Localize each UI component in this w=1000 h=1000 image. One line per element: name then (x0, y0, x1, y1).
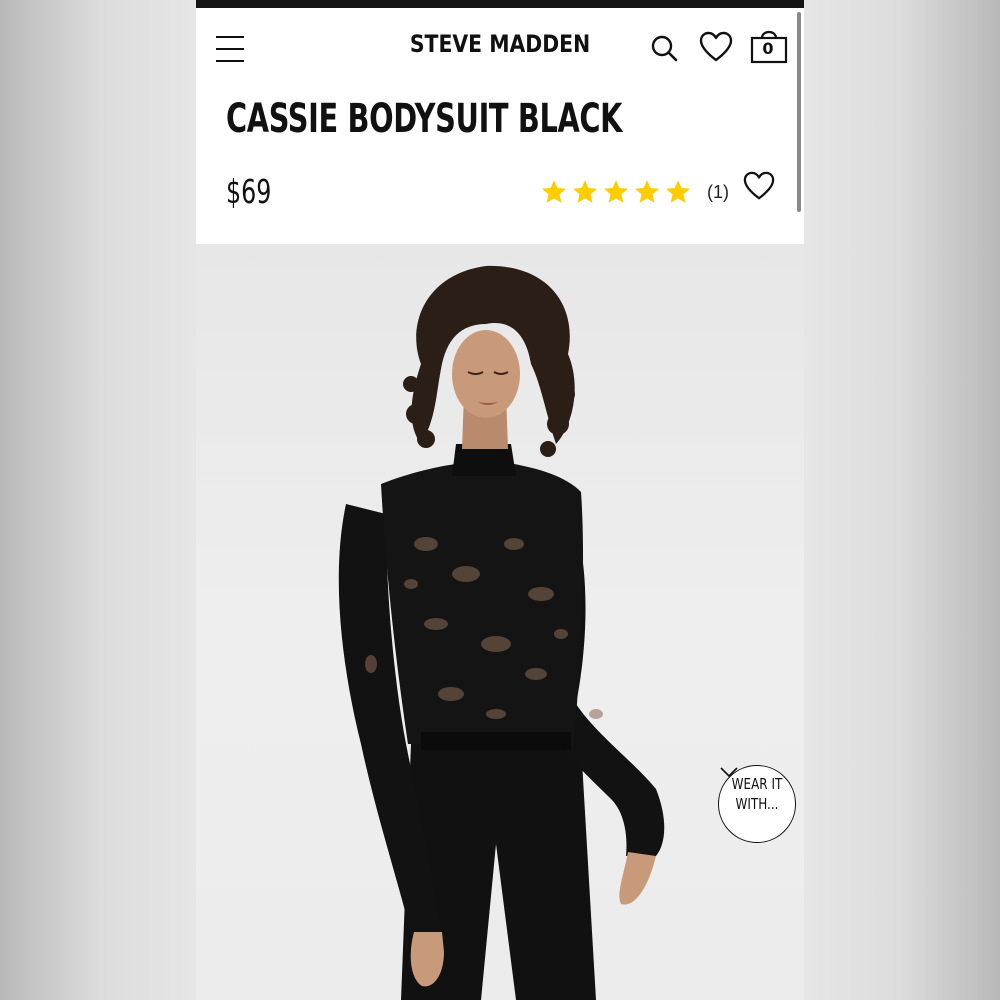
heart-icon[interactable] (742, 170, 776, 202)
wear-it-line-2: WITH... (735, 795, 779, 813)
bag-count-badge: 0 (762, 39, 774, 58)
search-icon[interactable] (650, 34, 680, 64)
lace-bodysuit (381, 464, 584, 744)
wear-it-with-button[interactable]: WEAR IT WITH... (718, 765, 796, 843)
model-illustration (338, 265, 665, 1000)
product-image[interactable]: WEAR IT WITH... (196, 244, 804, 1000)
product-rating[interactable]: (1) (540, 174, 729, 210)
review-count[interactable]: (1) (707, 182, 729, 203)
right-hand (619, 852, 656, 905)
heart-icon[interactable] (698, 30, 734, 64)
chevron-down-icon (720, 767, 738, 778)
product-price: $69 (226, 172, 272, 211)
star-icon (665, 180, 691, 203)
brand-logo[interactable]: STEVE MADDEN (242, 30, 759, 58)
status-bar (196, 0, 804, 8)
shopping-bag-icon[interactable]: 0 (750, 26, 790, 64)
star-icon (634, 180, 660, 203)
phone-screen: STEVE MADDEN 0 CASSIE BODYSUIT BLACK $69… (196, 0, 804, 1000)
rating-stars (540, 178, 695, 206)
scrollbar[interactable] (797, 12, 801, 212)
product-title: CASSIE BODYSUIT BLACK (226, 96, 623, 142)
waistband (421, 732, 571, 750)
star-icon (603, 180, 629, 203)
star-icon (541, 180, 567, 203)
hamburger-menu-icon[interactable] (216, 36, 244, 62)
star-icon (572, 180, 598, 203)
